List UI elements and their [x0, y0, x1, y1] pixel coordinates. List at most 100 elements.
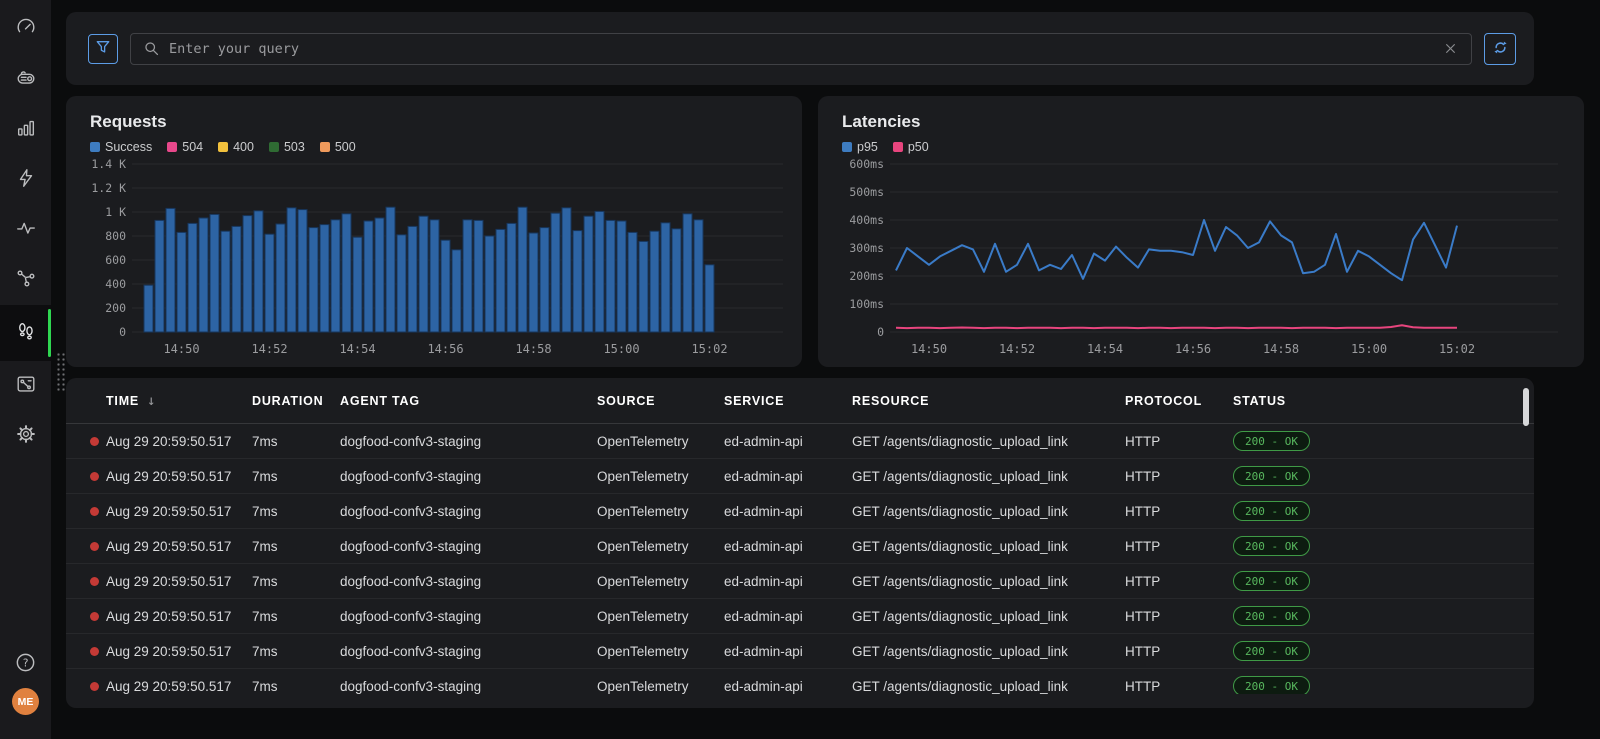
- table-row[interactable]: Aug 29 20:59:50.5177msdogfood-confv3-sta…: [66, 494, 1534, 529]
- column-header-service[interactable]: SERVICE: [724, 394, 852, 408]
- sidebar-item-traces[interactable]: [0, 305, 51, 361]
- cell-status: 200 - OK: [1233, 501, 1534, 521]
- legend-chip: [218, 142, 228, 152]
- table-row[interactable]: Aug 29 20:59:50.5177msdogfood-confv3-sta…: [66, 459, 1534, 494]
- table-scrollbar-thumb[interactable]: [1523, 388, 1529, 426]
- cell-duration: 7ms: [252, 434, 340, 449]
- query-toolbar: [66, 12, 1534, 85]
- legend-chip: [269, 142, 279, 152]
- column-header-agent-tag[interactable]: AGENT TAG: [340, 394, 597, 408]
- sidebar-item-help[interactable]: ?: [0, 642, 51, 688]
- cell-agent-tag: dogfood-confv3-staging: [340, 574, 597, 589]
- cell-source: OpenTelemetry: [597, 539, 724, 554]
- legend-item[interactable]: 400: [218, 140, 254, 154]
- table-row[interactable]: Aug 29 20:59:50.5177msdogfood-confv3-sta…: [66, 599, 1534, 634]
- cell-protocol: HTTP: [1125, 469, 1233, 484]
- table-row[interactable]: Aug 29 20:59:50.5177msdogfood-confv3-sta…: [66, 424, 1534, 459]
- svg-text:15:02: 15:02: [1439, 342, 1475, 356]
- sidebar-item-monitors[interactable]: [0, 205, 51, 255]
- svg-text:500ms: 500ms: [849, 185, 884, 199]
- legend-item[interactable]: p95: [842, 140, 878, 154]
- svg-text:14:56: 14:56: [427, 342, 463, 356]
- status-badge: 200 - OK: [1233, 571, 1310, 591]
- sidebar-item-service-map[interactable]: [0, 255, 51, 305]
- legend-item[interactable]: p50: [893, 140, 929, 154]
- cell-resource: GET /agents/diagnostic_upload_link: [852, 469, 1125, 484]
- legend-label: p50: [908, 140, 929, 154]
- status-dot: [90, 647, 99, 656]
- cell-status: 200 - OK: [1233, 606, 1534, 626]
- sidebar-item-metrics[interactable]: [0, 105, 51, 155]
- latencies-legend: p95 p50: [818, 132, 1584, 154]
- status-dot: [90, 542, 99, 551]
- latencies-title: Latencies: [818, 96, 1584, 132]
- column-header-protocol[interactable]: PROTOCOL: [1125, 394, 1233, 408]
- close-icon[interactable]: [1442, 40, 1459, 57]
- table-row[interactable]: Aug 29 20:59:50.5177msdogfood-confv3-sta…: [66, 529, 1534, 564]
- sidebar-resize-handle[interactable]: [55, 351, 66, 393]
- table-row[interactable]: Aug 29 20:59:50.5177msdogfood-confv3-sta…: [66, 634, 1534, 669]
- legend-item[interactable]: 504: [167, 140, 203, 154]
- status-dot: [90, 577, 99, 586]
- svg-text:200: 200: [105, 301, 126, 315]
- sort-desc-icon[interactable]: ↓: [147, 393, 156, 409]
- spans-table-panel: TIME ↓ DURATION AGENT TAG SOURCE SERVICE…: [66, 378, 1534, 708]
- cell-dot: [90, 574, 106, 589]
- bar-chart-icon: [15, 117, 37, 144]
- footprints-icon: [15, 320, 37, 347]
- help-icon: ?: [14, 651, 37, 679]
- cell-source: OpenTelemetry: [597, 644, 724, 659]
- column-header-time[interactable]: TIME ↓: [106, 393, 252, 409]
- sidebar-item-settings[interactable]: [0, 411, 51, 461]
- sidebar-item-dashboard[interactable]: [0, 5, 51, 55]
- sidebar-item-flows[interactable]: [0, 361, 51, 411]
- gauge-icon: [15, 17, 37, 44]
- cell-resource: GET /agents/diagnostic_upload_link: [852, 609, 1125, 624]
- query-input[interactable]: [169, 41, 1433, 57]
- svg-text:14:58: 14:58: [1263, 342, 1299, 356]
- cell-resource: GET /agents/diagnostic_upload_link: [852, 679, 1125, 694]
- table-row[interactable]: Aug 29 20:59:50.5177msdogfood-confv3-sta…: [66, 669, 1534, 694]
- legend-item[interactable]: 500: [320, 140, 356, 154]
- filter-button[interactable]: [88, 34, 118, 64]
- status-dot: [90, 682, 99, 691]
- sidebar: ? ME: [0, 0, 51, 739]
- cell-agent-tag: dogfood-confv3-staging: [340, 434, 597, 449]
- latencies-chart[interactable]: 0100ms200ms300ms400ms500ms600ms14:5014:5…: [830, 154, 1572, 364]
- cell-duration: 7ms: [252, 504, 340, 519]
- cell-time: Aug 29 20:59:50.517: [106, 469, 252, 484]
- avatar[interactable]: ME: [12, 688, 39, 715]
- refresh-button[interactable]: [1484, 33, 1516, 65]
- legend-label: 500: [335, 140, 356, 154]
- drum-icon: [15, 67, 37, 94]
- cell-agent-tag: dogfood-confv3-staging: [340, 609, 597, 624]
- svg-text:14:52: 14:52: [251, 342, 287, 356]
- requests-chart[interactable]: 02004006008001 K1.2 K1.4 K14:5014:5214:5…: [78, 154, 790, 364]
- cell-time: Aug 29 20:59:50.517: [106, 539, 252, 554]
- cell-service: ed-admin-api: [724, 679, 852, 694]
- column-header-status[interactable]: STATUS: [1233, 394, 1534, 408]
- table-row[interactable]: Aug 29 20:59:50.5177msdogfood-confv3-sta…: [66, 564, 1534, 599]
- cell-duration: 7ms: [252, 469, 340, 484]
- svg-text:14:50: 14:50: [163, 342, 199, 356]
- sidebar-item-events[interactable]: [0, 155, 51, 205]
- cell-time: Aug 29 20:59:50.517: [106, 679, 252, 694]
- sidebar-item-logs[interactable]: [0, 55, 51, 105]
- cell-service: ed-admin-api: [724, 609, 852, 624]
- svg-text:400: 400: [105, 277, 126, 291]
- legend-chip: [90, 142, 100, 152]
- lightning-icon: [15, 167, 37, 194]
- cell-resource: GET /agents/diagnostic_upload_link: [852, 574, 1125, 589]
- cell-source: OpenTelemetry: [597, 434, 724, 449]
- search-icon: [143, 40, 160, 57]
- legend-item[interactable]: Success: [90, 140, 152, 154]
- column-header-source[interactable]: SOURCE: [597, 394, 724, 408]
- legend-item[interactable]: 503: [269, 140, 305, 154]
- column-header-resource[interactable]: RESOURCE: [852, 394, 1125, 408]
- flow-frame-icon: [15, 373, 37, 400]
- query-input-box: [130, 33, 1472, 65]
- svg-text:15:00: 15:00: [603, 342, 639, 356]
- cell-source: OpenTelemetry: [597, 679, 724, 694]
- refresh-icon: [1491, 38, 1510, 60]
- column-header-duration[interactable]: DURATION: [252, 394, 340, 408]
